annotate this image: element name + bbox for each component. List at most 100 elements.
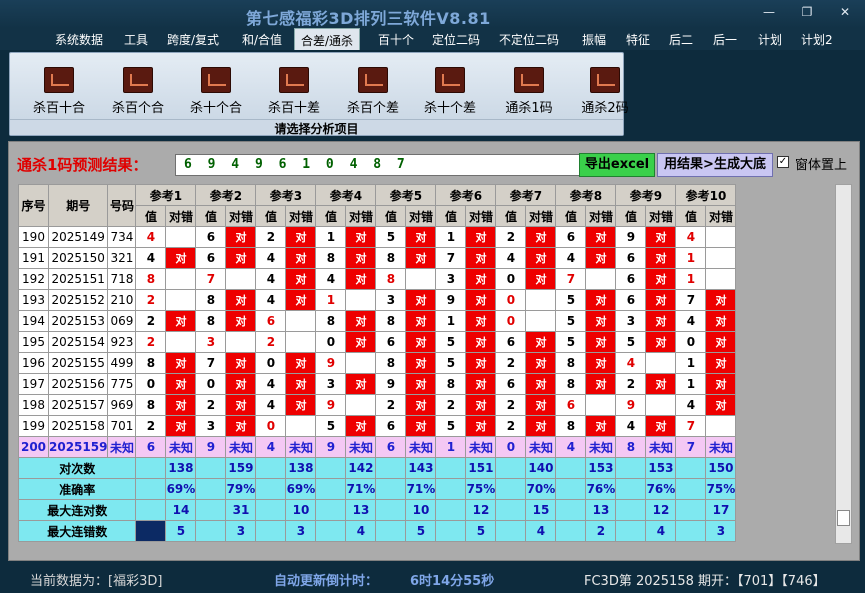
cell-value: 4 [135,226,167,248]
cell-value: 2 [495,352,527,374]
cell-value: 8 [555,415,587,437]
ribbon-button[interactable]: 杀百个合 [99,67,177,116]
stats-value: 142 [345,457,377,479]
stats-blank [315,457,347,479]
stats-blank [495,457,527,479]
cell-value: 8 [375,268,407,290]
stats-value: 76% [585,478,617,500]
cell-value: 0 [255,352,287,374]
header-value: 值 [195,205,227,227]
pending-value: 8 [615,436,647,458]
cell-hit: 对 [645,289,677,311]
header-value: 值 [615,205,647,227]
stats-value: 12 [645,499,677,521]
cell-value: 6 [375,331,407,353]
cell-hit: 对 [705,352,737,374]
cell-value: 9 [375,373,407,395]
prediction-field[interactable]: 6 9 4 9 6 1 0 4 8 7 [175,154,583,176]
stats-blank [615,499,647,521]
stats-row: 最大连错数 5 3 3 4 5 5 4 2 4 3 [17,520,737,542]
header-value: 值 [675,205,707,227]
menu-item[interactable]: 百十个 [378,31,414,48]
header-value: 值 [315,205,347,227]
stats-blank [195,457,227,479]
menu-item[interactable]: 和/合值 [242,31,282,48]
stats-blank [555,478,587,500]
vertical-scrollbar[interactable] [835,184,852,544]
menu-item[interactable]: 系统数据 [55,31,103,48]
cell-value: 2 [135,415,167,437]
export-excel-button[interactable]: 导出excel [579,153,655,177]
menu-item[interactable]: 振幅 [582,31,606,48]
scroll-thumb[interactable] [837,510,850,526]
ontop-checkbox[interactable]: ✓ [777,156,789,168]
cell-hit: 对 [285,373,317,395]
menu-bar: 系统数据 工具 跨度/复式 和/合值 合差/通杀 百十个 定位二码 不定位二码 振幅 特征 后二 后一… [0,28,865,50]
cell-value: 0 [675,331,707,353]
ribbon-button[interactable]: 杀百十差 [255,67,333,116]
menu-item[interactable]: 定位二码 [432,31,480,48]
cell-value: 4 [315,268,347,290]
ribbon-button[interactable]: 杀十个差 [411,67,489,116]
ribbon-button[interactable]: 杀百十合 [20,67,98,116]
menu-item[interactable]: 不定位二码 [499,31,559,48]
cell-value: 1 [315,226,347,248]
current-data-text: 当前数据为：[福彩3D] [30,574,163,589]
menu-item[interactable]: 计划 [758,31,782,48]
cell-hit: 对 [465,373,497,395]
cell-value: 4 [255,268,287,290]
stats-value: 3 [285,520,317,542]
cell-hit [285,415,317,437]
cell-value: 2 [135,289,167,311]
cell-hit [345,394,377,416]
cell-hit [165,226,197,248]
header-hit: 对错 [285,205,317,227]
cell-hit: 对 [585,289,617,311]
stats-blank [675,478,707,500]
ribbon-button[interactable]: 通杀2码 [566,67,644,116]
menu-item[interactable]: 后一 [713,31,737,48]
row-code: 210 [107,289,137,311]
ontop-label: 窗体置上 [795,158,848,173]
minimize-icon[interactable]: — [760,5,778,19]
stats-blank [675,499,707,521]
close-icon[interactable]: ✕ [836,5,854,19]
menu-item[interactable]: 计划2 [801,31,833,48]
prediction-label: 通杀1码预测结果： [17,156,148,174]
ribbon-button[interactable]: 通杀1码 [490,67,568,116]
menu-item[interactable]: 后二 [669,31,693,48]
ribbon-button[interactable]: 杀十个合 [177,67,255,116]
header-value: 值 [555,205,587,227]
menu-item[interactable]: 合差/通杀 [294,28,361,50]
ribbon-button-label: 杀十个合 [189,101,242,116]
cell-value: 3 [615,310,647,332]
draw-result-text: FC3D第 2025158 期开：【701】【746】 [584,574,826,589]
menu-item[interactable]: 特征 [626,31,650,48]
cell-value: 2 [495,226,527,248]
cell-value: 5 [555,289,587,311]
stats-blank [255,457,287,479]
pending-code: 未知 [107,436,137,458]
header-ref: 参考4 [315,184,377,206]
menu-item[interactable]: 跨度/复式 [167,31,219,48]
cell-value: 6 [375,415,407,437]
chart-icon [279,67,309,93]
cell-value: 1 [435,310,467,332]
ribbon-button[interactable]: 杀百个差 [334,67,412,116]
menu-item[interactable]: 工具 [124,31,148,48]
maximize-icon[interactable]: ❐ [798,5,816,19]
cell-hit: 对 [585,247,617,269]
cell-hit: 对 [645,373,677,395]
cell-value: 9 [615,226,647,248]
cell-hit [585,268,617,290]
cell-value: 9 [315,394,347,416]
cell-value: 3 [195,331,227,353]
header-ref: 参考3 [255,184,317,206]
stats-blank [255,499,287,521]
stats-blank [675,457,707,479]
cell-hit: 对 [345,415,377,437]
pending-value: 6 [375,436,407,458]
cell-hit [645,394,677,416]
cell-hit: 对 [585,415,617,437]
generate-compound-button[interactable]: 用结果>生成大底 [657,153,773,177]
